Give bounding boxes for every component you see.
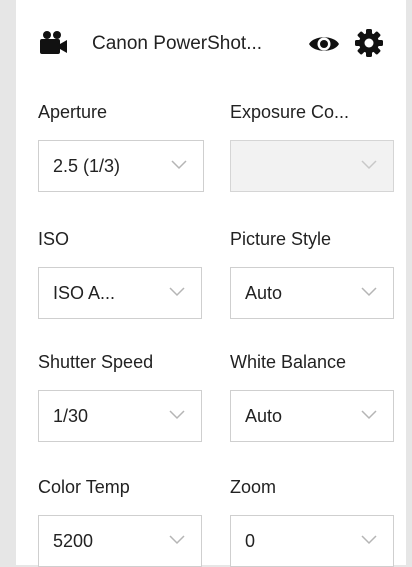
eye-icon[interactable] [308,32,340,56]
exposure-comp-label: Exposure Co... [230,102,350,122]
camera-settings-panel: Canon PowerShot... Aperture 2.5 (1/3) Ex… [16,0,406,567]
iso-value: ISO A... [53,283,116,303]
chevron-down-icon [171,160,187,170]
shutter-speed-field: Shutter Speed 1/30 [38,350,208,442]
color-temp-value: 5200 [53,531,94,551]
chevron-down-icon [361,410,377,420]
shutter-speed-label: Shutter Speed [38,352,154,372]
picture-style-value: Auto [245,283,283,303]
aperture-select[interactable]: 2.5 (1/3) [38,140,204,192]
camera-name-title: Canon PowerShot... [92,33,263,54]
aperture-label: Aperture [38,102,108,122]
zoom-value: 0 [245,531,256,551]
white-balance-field: White Balance Auto [230,350,400,442]
chevron-down-icon [169,535,185,545]
white-balance-label: White Balance [230,352,347,372]
iso-select[interactable]: ISO A... [38,267,202,319]
picture-style-field: Picture Style Auto [230,227,400,319]
chevron-down-icon [169,410,185,420]
exposure-comp-field: Exposure Co... [230,100,400,192]
chevron-down-icon [361,287,377,297]
iso-label: ISO [38,229,70,249]
exposure-comp-select [230,140,394,192]
white-balance-value: Auto [245,406,283,426]
iso-field: ISO ISO A... [38,227,208,319]
panel-header: Canon PowerShot... [16,22,406,70]
chevron-down-icon [361,160,377,170]
zoom-label: Zoom [230,477,277,497]
aperture-value: 2.5 (1/3) [53,156,121,176]
picture-style-select[interactable]: Auto [230,267,394,319]
picture-style-label: Picture Style [230,229,332,249]
zoom-select[interactable]: 0 [230,515,394,567]
video-camera-icon [40,31,67,54]
chevron-down-icon [361,535,377,545]
color-temp-field: Color Temp 5200 [38,475,208,567]
chevron-down-icon [169,287,185,297]
white-balance-select[interactable]: Auto [230,390,394,442]
color-temp-label: Color Temp [38,477,130,497]
aperture-field: Aperture 2.5 (1/3) [38,100,208,192]
zoom-field: Zoom 0 [230,475,400,567]
shutter-speed-value: 1/30 [53,406,89,426]
color-temp-select[interactable]: 5200 [38,515,202,567]
gear-icon[interactable] [355,29,383,57]
shutter-speed-select[interactable]: 1/30 [38,390,202,442]
